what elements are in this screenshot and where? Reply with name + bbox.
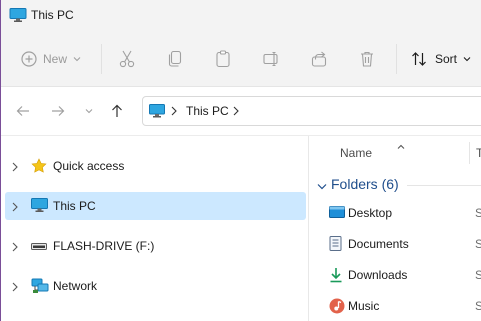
nav-item-label: This PC (53, 199, 96, 213)
chevron-right-icon[interactable] (171, 105, 177, 119)
column-header-type[interactable]: Ty (476, 146, 481, 160)
nav-item-flash-drive[interactable]: FLASH-DRIVE (F:) (5, 232, 306, 260)
nav-item-this-pc[interactable]: This PC (5, 192, 306, 220)
computer-icon (31, 198, 48, 216)
content-pane: Name Ty Folders (6) Desktop S Documents … (309, 136, 481, 321)
chevron-right-icon[interactable] (12, 281, 18, 295)
item-name: Downloads (348, 268, 408, 282)
computer-icon (9, 8, 27, 22)
list-item[interactable]: Downloads S (309, 261, 481, 289)
recent-locations-chevron-icon[interactable] (81, 103, 97, 119)
plus-circle-icon (21, 51, 37, 67)
chevron-right-icon[interactable] (12, 241, 18, 255)
chevron-right-icon[interactable] (12, 161, 18, 175)
column-header-name[interactable]: Name (340, 146, 372, 160)
chevron-down-icon[interactable] (317, 179, 327, 193)
window-title: This PC (31, 8, 74, 22)
up-arrow-icon[interactable] (109, 103, 125, 119)
item-type: S (475, 299, 481, 313)
desktop-folder-icon (329, 205, 345, 222)
chevron-right-icon[interactable] (233, 105, 239, 119)
address-bar[interactable]: This PC (142, 96, 481, 126)
scissors-icon (119, 50, 135, 68)
share-button[interactable] (311, 46, 329, 72)
item-type: S (475, 237, 481, 251)
item-name: Documents (348, 237, 409, 251)
file-explorer-window: This PC New Sort This PC Quick access Th… (0, 0, 481, 321)
cut-button[interactable] (119, 46, 135, 72)
sort-ascending-caret-icon (397, 139, 405, 153)
list-item[interactable]: Desktop S (309, 199, 481, 227)
breadcrumb-this-pc[interactable]: This PC (186, 104, 229, 118)
nav-item-network[interactable]: Network (5, 272, 306, 300)
delete-button[interactable] (359, 46, 375, 72)
back-arrow-icon[interactable] (15, 103, 31, 119)
navigation-row: This PC (1, 87, 481, 136)
forward-arrow-icon[interactable] (50, 103, 66, 119)
drive-icon (31, 241, 47, 255)
star-icon (31, 158, 47, 177)
nav-item-label: Network (53, 279, 98, 293)
toolbar-divider (396, 44, 397, 74)
copy-button[interactable] (167, 46, 183, 72)
rename-icon (263, 51, 281, 67)
downloads-folder-icon (329, 267, 343, 286)
group-header-folders[interactable]: Folders (6) (331, 176, 399, 192)
sort-button[interactable]: Sort (411, 46, 471, 72)
item-type: S (475, 206, 481, 220)
list-item[interactable]: Documents S (309, 230, 481, 258)
new-button[interactable]: New (21, 46, 81, 72)
title-bar: This PC (1, 0, 481, 32)
trash-icon (359, 50, 375, 68)
rename-button[interactable] (263, 46, 281, 72)
nav-item-label: FLASH-DRIVE (F:) (53, 239, 155, 253)
command-bar: New Sort (1, 32, 481, 87)
item-type: S (475, 268, 481, 282)
nav-item-quick-access[interactable]: Quick access (5, 152, 306, 180)
music-folder-icon (329, 298, 345, 317)
share-icon (311, 51, 329, 67)
navigation-pane: Quick access This PC FLASH-DRIVE (F:) Ne… (1, 136, 308, 321)
group-divider (407, 185, 481, 186)
column-divider[interactable] (469, 142, 470, 164)
clipboard-icon (215, 50, 231, 68)
item-name: Desktop (348, 206, 393, 220)
sort-button-label: Sort (435, 52, 458, 66)
chevron-down-icon (463, 56, 471, 62)
item-name: Music (348, 299, 380, 313)
documents-folder-icon (329, 236, 343, 255)
nav-item-label: Quick access (53, 159, 125, 173)
sort-arrows-icon (411, 51, 427, 67)
chevron-right-icon[interactable] (12, 201, 18, 215)
new-button-label: New (43, 52, 68, 66)
computer-icon (149, 104, 165, 121)
chevron-down-icon (73, 56, 81, 62)
network-icon (31, 278, 49, 297)
copy-icon (167, 50, 183, 68)
toolbar-divider (101, 44, 102, 74)
paste-button[interactable] (215, 46, 231, 72)
list-item[interactable]: Music S (309, 292, 481, 320)
